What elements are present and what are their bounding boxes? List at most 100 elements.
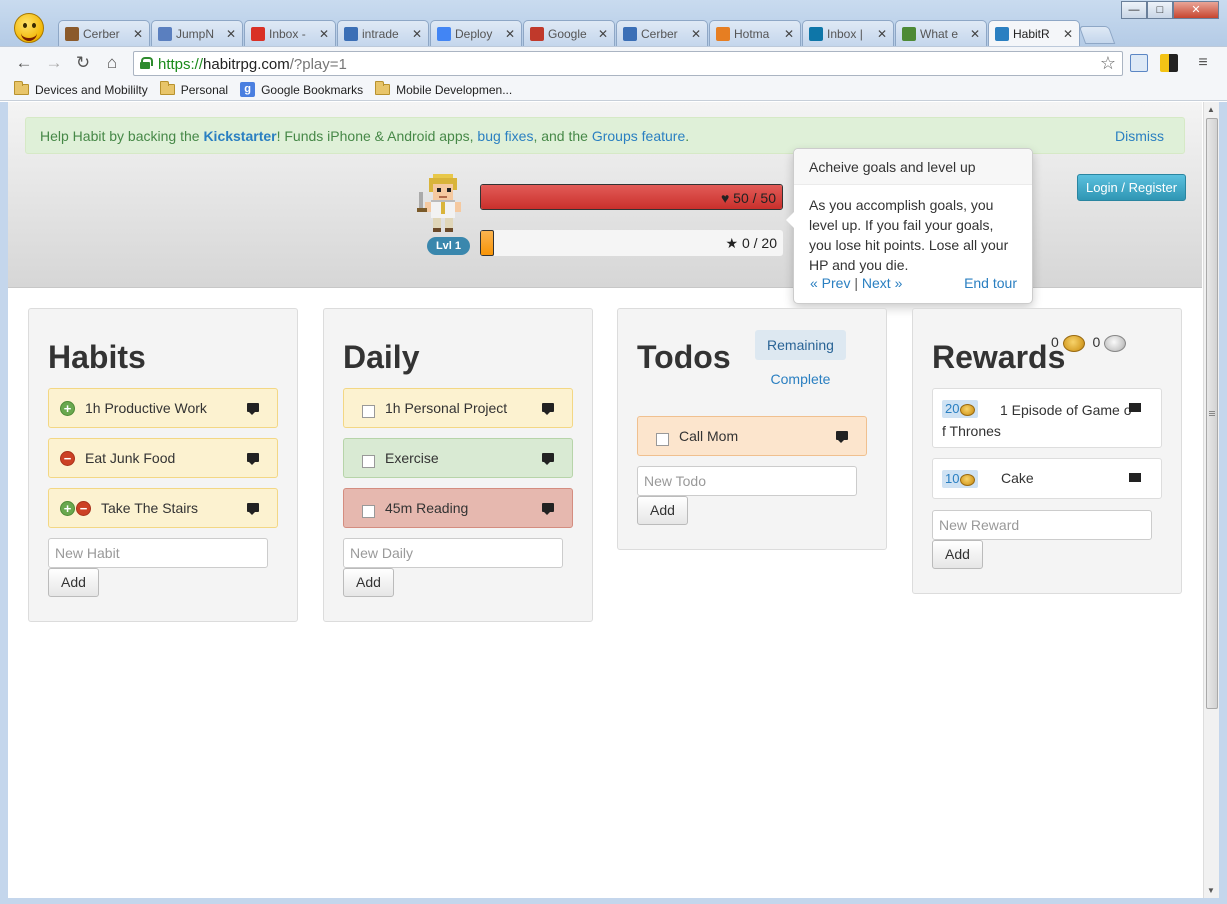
comment-icon[interactable] bbox=[542, 403, 554, 415]
window-border bbox=[0, 102, 8, 898]
tab-title: Cerber bbox=[83, 26, 120, 41]
bug-fixes-link[interactable]: bug fixes bbox=[477, 128, 533, 144]
scrollbar-thumb[interactable] bbox=[1206, 118, 1218, 709]
home-icon[interactable]: ⌂ bbox=[102, 53, 122, 73]
dismiss-link[interactable]: Dismiss bbox=[1115, 128, 1164, 144]
tab-close-icon[interactable]: ✕ bbox=[1063, 27, 1073, 41]
menu-icon[interactable]: ≡ bbox=[1193, 53, 1213, 73]
close-window-button[interactable]: ✕ bbox=[1173, 1, 1219, 19]
tab-close-icon[interactable]: ✕ bbox=[505, 27, 515, 41]
tab-close-icon[interactable]: ✕ bbox=[970, 27, 980, 41]
bookmark-star-icon[interactable]: ☆ bbox=[1100, 53, 1116, 74]
tab-close-icon[interactable]: ✕ bbox=[691, 27, 701, 41]
daily-checkbox[interactable] bbox=[362, 455, 375, 468]
comment-icon[interactable] bbox=[247, 403, 259, 415]
daily-item[interactable]: 45m Reading bbox=[343, 488, 573, 528]
comment-icon[interactable] bbox=[1129, 403, 1141, 412]
browser-tab[interactable]: What e ✕ bbox=[895, 20, 987, 46]
forward-arrow-icon[interactable]: → bbox=[44, 53, 64, 73]
browser-tab[interactable]: Inbox - ✕ bbox=[244, 20, 336, 46]
browser-tab[interactable]: HabitR ✕ bbox=[988, 20, 1080, 46]
add-daily-button[interactable]: Add bbox=[343, 568, 394, 597]
habit-label: Eat Junk Food bbox=[85, 450, 176, 466]
add-todo-button[interactable]: Add bbox=[637, 496, 688, 525]
back-arrow-icon[interactable]: ← bbox=[14, 53, 34, 73]
habit-item[interactable]: − Eat Junk Food bbox=[48, 438, 278, 478]
filter-complete-tab[interactable]: Complete bbox=[755, 371, 846, 387]
login-register-button[interactable]: Login / Register bbox=[1077, 174, 1186, 201]
address-bar[interactable]: https://habitrpg.com/?play=1 ☆ bbox=[133, 51, 1123, 76]
experience-value: 0 / 20 bbox=[741, 235, 777, 251]
tab-close-icon[interactable]: ✕ bbox=[412, 27, 422, 41]
smiley-logo-icon[interactable] bbox=[14, 13, 44, 43]
reward-price[interactable]: 10 bbox=[942, 470, 979, 488]
plus-icon[interactable]: + bbox=[60, 501, 75, 516]
bookmark-folder[interactable]: Devices and Mobililty bbox=[14, 81, 148, 97]
comment-icon[interactable] bbox=[542, 453, 554, 465]
scroll-up-arrow-icon[interactable]: ▲ bbox=[1207, 105, 1215, 114]
add-reward-button[interactable]: Add bbox=[932, 540, 983, 569]
scroll-down-arrow-icon[interactable]: ▼ bbox=[1207, 886, 1215, 895]
bookmark-google[interactable]: g Google Bookmarks bbox=[240, 82, 363, 97]
plus-icon[interactable]: + bbox=[60, 401, 75, 416]
level-badge: Lvl 1 bbox=[427, 237, 470, 255]
minimize-button[interactable]: — bbox=[1121, 1, 1147, 19]
url-text[interactable]: https://habitrpg.com/?play=1 bbox=[158, 56, 347, 73]
tab-close-icon[interactable]: ✕ bbox=[877, 27, 887, 41]
minus-icon[interactable]: − bbox=[76, 501, 91, 516]
reward-item[interactable]: 10 Cake bbox=[932, 458, 1162, 499]
reload-icon[interactable]: ↻ bbox=[73, 53, 93, 73]
new-daily-input[interactable]: New Daily bbox=[343, 538, 563, 568]
browser-tab[interactable]: Cerber ✕ bbox=[58, 20, 150, 46]
minus-icon[interactable]: − bbox=[60, 451, 75, 466]
popover-body: As you accomplish goals, you level up. I… bbox=[809, 197, 1009, 273]
end-tour-link[interactable]: End tour bbox=[964, 275, 1017, 291]
popover-arrow bbox=[786, 212, 794, 228]
extension-icon[interactable] bbox=[1130, 54, 1148, 72]
browser-tab[interactable]: Hotma ✕ bbox=[709, 20, 801, 46]
filter-remaining-tab[interactable]: Remaining bbox=[755, 330, 846, 360]
daily-checkbox[interactable] bbox=[362, 405, 375, 418]
bookmark-folder[interactable]: Mobile Developmen... bbox=[375, 81, 512, 97]
reward-item[interactable]: 20 1 Episode of Game of Thrones bbox=[932, 388, 1162, 448]
todo-item[interactable]: Call Mom bbox=[637, 416, 867, 456]
maximize-button[interactable]: □ bbox=[1147, 1, 1173, 19]
browser-tab[interactable]: JumpN ✕ bbox=[151, 20, 243, 46]
daily-item[interactable]: 1h Personal Project bbox=[343, 388, 573, 428]
new-tab-button[interactable] bbox=[1078, 26, 1116, 44]
comment-icon[interactable] bbox=[247, 453, 259, 465]
browser-tab[interactable]: Deploy ✕ bbox=[430, 20, 522, 46]
groups-feature-link[interactable]: Groups feature bbox=[592, 128, 685, 144]
todo-checkbox[interactable] bbox=[656, 433, 669, 446]
next-link[interactable]: Next » bbox=[862, 275, 902, 291]
browser-tab[interactable]: intrade ✕ bbox=[337, 20, 429, 46]
comment-icon[interactable] bbox=[247, 503, 259, 515]
daily-checkbox[interactable] bbox=[362, 505, 375, 518]
habit-item[interactable]: + − Take The Stairs bbox=[48, 488, 278, 528]
bookmark-folder[interactable]: Personal bbox=[159, 81, 228, 97]
avatar[interactable] bbox=[417, 172, 469, 234]
comment-icon[interactable] bbox=[1129, 473, 1141, 482]
tab-close-icon[interactable]: ✕ bbox=[133, 27, 143, 41]
browser-tab[interactable]: Inbox | ✕ bbox=[802, 20, 894, 46]
prev-link[interactable]: « Prev bbox=[810, 275, 850, 291]
daily-item[interactable]: Exercise bbox=[343, 438, 573, 478]
linkedin-icon bbox=[809, 26, 823, 41]
vertical-scrollbar[interactable]: ▲ ▼ bbox=[1203, 102, 1219, 898]
browser-tab[interactable]: Google ✕ bbox=[523, 20, 615, 46]
bookmarks-bar: Devices and Mobililty Personal g Google B… bbox=[0, 79, 1227, 101]
tab-close-icon[interactable]: ✕ bbox=[319, 27, 329, 41]
tab-close-icon[interactable]: ✕ bbox=[784, 27, 794, 41]
tab-close-icon[interactable]: ✕ bbox=[598, 27, 608, 41]
add-habit-button[interactable]: Add bbox=[48, 568, 99, 597]
comment-icon[interactable] bbox=[542, 503, 554, 515]
extension-icon-2[interactable] bbox=[1160, 54, 1178, 72]
browser-tab[interactable]: Cerber ✕ bbox=[616, 20, 708, 46]
new-todo-input[interactable]: New Todo bbox=[637, 466, 857, 496]
habit-item[interactable]: + 1h Productive Work bbox=[48, 388, 278, 428]
tab-close-icon[interactable]: ✕ bbox=[226, 27, 236, 41]
comment-icon[interactable] bbox=[836, 431, 848, 443]
kickstarter-link[interactable]: Kickstarter bbox=[203, 128, 276, 144]
new-habit-input[interactable]: New Habit bbox=[48, 538, 268, 568]
new-reward-input[interactable]: New Reward bbox=[932, 510, 1152, 540]
